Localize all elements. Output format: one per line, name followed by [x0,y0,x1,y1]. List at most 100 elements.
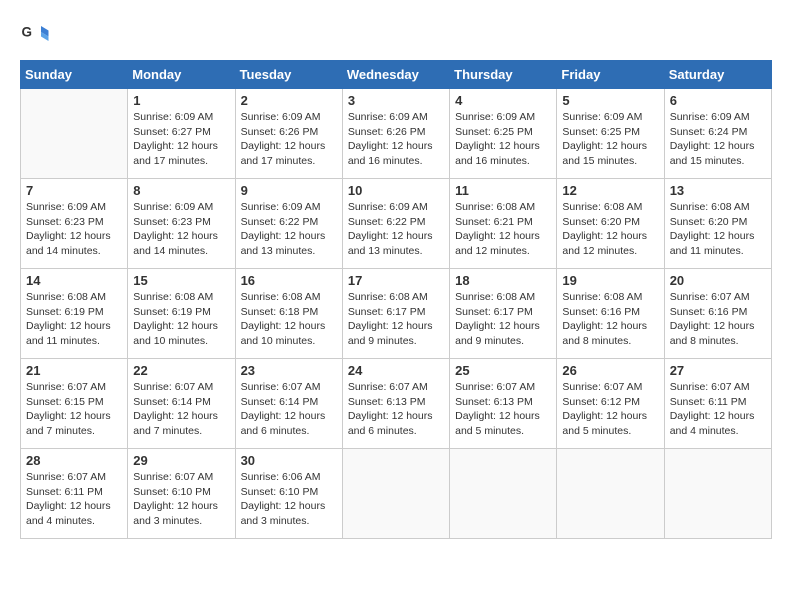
calendar-cell: 28 Sunrise: 6:07 AMSunset: 6:11 PMDayligh… [21,449,128,539]
day-number: 6 [670,93,766,108]
svg-text:G: G [22,25,33,40]
day-info: Sunrise: 6:07 AMSunset: 6:13 PMDaylight:… [348,380,444,439]
day-info: Sunrise: 6:07 AMSunset: 6:16 PMDaylight:… [670,290,766,349]
day-info: Sunrise: 6:07 AMSunset: 6:10 PMDaylight:… [133,470,229,529]
calendar-cell: 23 Sunrise: 6:07 AMSunset: 6:14 PMDayligh… [235,359,342,449]
calendar-cell: 15 Sunrise: 6:08 AMSunset: 6:19 PMDayligh… [128,269,235,359]
day-info: Sunrise: 6:08 AMSunset: 6:19 PMDaylight:… [133,290,229,349]
day-info: Sunrise: 6:08 AMSunset: 6:17 PMDaylight:… [455,290,551,349]
day-number: 7 [26,183,122,198]
day-number: 5 [562,93,658,108]
day-number: 15 [133,273,229,288]
header: G [20,20,772,50]
day-info: Sunrise: 6:09 AMSunset: 6:27 PMDaylight:… [133,110,229,169]
calendar-cell: 29 Sunrise: 6:07 AMSunset: 6:10 PMDayligh… [128,449,235,539]
day-info: Sunrise: 6:07 AMSunset: 6:12 PMDaylight:… [562,380,658,439]
day-number: 23 [241,363,337,378]
calendar-week-2: 7 Sunrise: 6:09 AMSunset: 6:23 PMDaylight… [21,179,772,269]
day-info: Sunrise: 6:07 AMSunset: 6:14 PMDaylight:… [241,380,337,439]
calendar-cell: 3 Sunrise: 6:09 AMSunset: 6:26 PMDaylight… [342,89,449,179]
day-info: Sunrise: 6:07 AMSunset: 6:14 PMDaylight:… [133,380,229,439]
calendar-cell: 22 Sunrise: 6:07 AMSunset: 6:14 PMDayligh… [128,359,235,449]
day-number: 10 [348,183,444,198]
day-number: 18 [455,273,551,288]
calendar-cell: 26 Sunrise: 6:07 AMSunset: 6:12 PMDayligh… [557,359,664,449]
logo: G [20,20,54,50]
day-info: Sunrise: 6:08 AMSunset: 6:16 PMDaylight:… [562,290,658,349]
calendar-cell: 7 Sunrise: 6:09 AMSunset: 6:23 PMDaylight… [21,179,128,269]
calendar-cell [557,449,664,539]
calendar-cell: 10 Sunrise: 6:09 AMSunset: 6:22 PMDayligh… [342,179,449,269]
calendar-cell [664,449,771,539]
day-info: Sunrise: 6:08 AMSunset: 6:20 PMDaylight:… [562,200,658,259]
day-info: Sunrise: 6:07 AMSunset: 6:11 PMDaylight:… [670,380,766,439]
day-info: Sunrise: 6:09 AMSunset: 6:26 PMDaylight:… [348,110,444,169]
day-info: Sunrise: 6:07 AMSunset: 6:15 PMDaylight:… [26,380,122,439]
calendar-cell: 30 Sunrise: 6:06 AMSunset: 6:10 PMDayligh… [235,449,342,539]
day-info: Sunrise: 6:08 AMSunset: 6:19 PMDaylight:… [26,290,122,349]
day-info: Sunrise: 6:08 AMSunset: 6:18 PMDaylight:… [241,290,337,349]
day-number: 16 [241,273,337,288]
day-number: 27 [670,363,766,378]
day-info: Sunrise: 6:06 AMSunset: 6:10 PMDaylight:… [241,470,337,529]
day-info: Sunrise: 6:09 AMSunset: 6:22 PMDaylight:… [348,200,444,259]
day-number: 4 [455,93,551,108]
day-number: 2 [241,93,337,108]
day-info: Sunrise: 6:07 AMSunset: 6:11 PMDaylight:… [26,470,122,529]
calendar-cell: 9Sunrise: 6:09 AMSunset: 6:22 PMDaylight… [235,179,342,269]
day-info: Sunrise: 6:09 AMSunset: 6:25 PMDaylight:… [455,110,551,169]
calendar-cell: 13 Sunrise: 6:08 AMSunset: 6:20 PMDayligh… [664,179,771,269]
calendar-cell: 19 Sunrise: 6:08 AMSunset: 6:16 PMDayligh… [557,269,664,359]
day-number: 20 [670,273,766,288]
calendar-cell: 11 Sunrise: 6:08 AMSunset: 6:21 PMDayligh… [450,179,557,269]
calendar-week-3: 14 Sunrise: 6:08 AMSunset: 6:19 PMDayligh… [21,269,772,359]
day-number: 30 [241,453,337,468]
calendar-week-1: 1 Sunrise: 6:09 AMSunset: 6:27 PMDaylight… [21,89,772,179]
logo-icon: G [20,20,50,50]
day-info: Sunrise: 6:09 AMSunset: 6:24 PMDaylight:… [670,110,766,169]
day-info: Sunrise: 6:07 AMSunset: 6:13 PMDaylight:… [455,380,551,439]
calendar-cell: 2 Sunrise: 6:09 AMSunset: 6:26 PMDaylight… [235,89,342,179]
calendar-cell: 12 Sunrise: 6:08 AMSunset: 6:20 PMDayligh… [557,179,664,269]
calendar-header-tuesday: Tuesday [235,61,342,89]
calendar-header-sunday: Sunday [21,61,128,89]
calendar-cell: 18 Sunrise: 6:08 AMSunset: 6:17 PMDayligh… [450,269,557,359]
calendar-cell [342,449,449,539]
calendar-cell: 14 Sunrise: 6:08 AMSunset: 6:19 PMDayligh… [21,269,128,359]
day-info: Sunrise: 6:08 AMSunset: 6:17 PMDaylight:… [348,290,444,349]
day-info: Sunrise: 6:09 AMSunset: 6:25 PMDaylight:… [562,110,658,169]
day-number: 14 [26,273,122,288]
day-number: 19 [562,273,658,288]
calendar-cell: 20 Sunrise: 6:07 AMSunset: 6:16 PMDayligh… [664,269,771,359]
day-number: 26 [562,363,658,378]
day-number: 1 [133,93,229,108]
calendar-cell: 25 Sunrise: 6:07 AMSunset: 6:13 PMDayligh… [450,359,557,449]
day-info: Sunrise: 6:09 AMSunset: 6:23 PMDaylight:… [133,200,229,259]
calendar-cell [450,449,557,539]
calendar-header-thursday: Thursday [450,61,557,89]
day-number: 25 [455,363,551,378]
day-info: Sunrise: 6:08 AMSunset: 6:21 PMDaylight:… [455,200,551,259]
day-number: 29 [133,453,229,468]
calendar-cell: 6 Sunrise: 6:09 AMSunset: 6:24 PMDaylight… [664,89,771,179]
day-number: 21 [26,363,122,378]
calendar-cell: 4 Sunrise: 6:09 AMSunset: 6:25 PMDaylight… [450,89,557,179]
calendar-header-monday: Monday [128,61,235,89]
day-info: Sunrise: 6:09 AMSunset: 6:26 PMDaylight:… [241,110,337,169]
day-number: 13 [670,183,766,198]
day-number: 24 [348,363,444,378]
calendar-week-4: 21 Sunrise: 6:07 AMSunset: 6:15 PMDayligh… [21,359,772,449]
day-number: 12 [562,183,658,198]
day-info: Sunrise: 6:08 AMSunset: 6:20 PMDaylight:… [670,200,766,259]
day-number: 3 [348,93,444,108]
day-number: 28 [26,453,122,468]
calendar: SundayMondayTuesdayWednesdayThursdayFrid… [20,60,772,539]
calendar-header-saturday: Saturday [664,61,771,89]
calendar-cell: 21 Sunrise: 6:07 AMSunset: 6:15 PMDayligh… [21,359,128,449]
calendar-cell: 1 Sunrise: 6:09 AMSunset: 6:27 PMDaylight… [128,89,235,179]
calendar-cell: 8Sunrise: 6:09 AMSunset: 6:23 PMDaylight… [128,179,235,269]
day-number: 22 [133,363,229,378]
calendar-cell: 17Sunrise: 6:08 AMSunset: 6:17 PMDayligh… [342,269,449,359]
day-info: Sunrise: 6:09 AMSunset: 6:23 PMDaylight:… [26,200,122,259]
day-number: 11 [455,183,551,198]
